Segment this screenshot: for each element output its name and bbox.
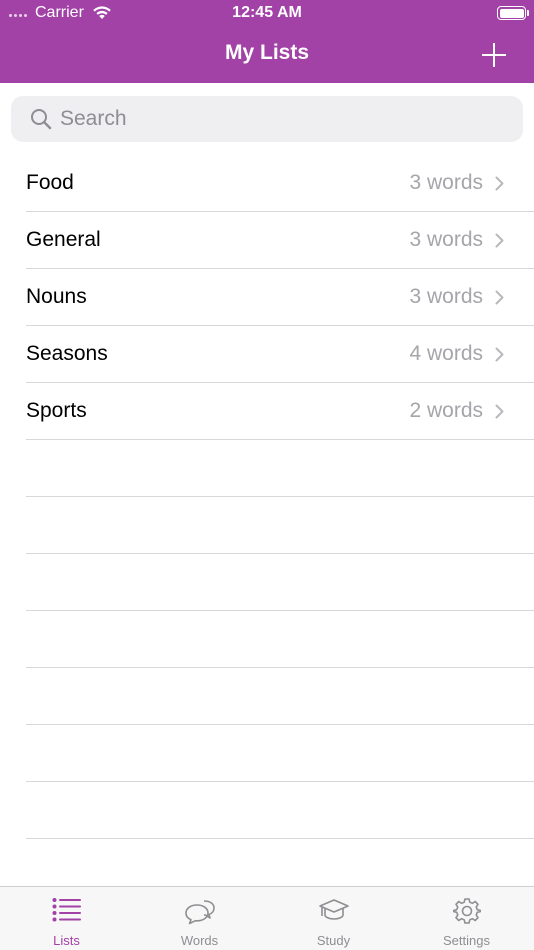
- empty-row-separator: [26, 668, 534, 725]
- list-item-word-count: 3 words: [409, 285, 483, 308]
- list-item-word-count: 3 words: [409, 171, 483, 194]
- tab-words[interactable]: Words: [133, 887, 266, 950]
- list-item-name: General: [26, 228, 101, 251]
- page-title: My Lists: [224, 41, 310, 64]
- empty-row-separator: [26, 554, 534, 611]
- battery-nub: [527, 10, 529, 16]
- navigation-header: Carrier 12:45 AM My Lists: [0, 0, 534, 83]
- list-item-word-count: 3 words: [409, 228, 483, 251]
- tab-lists[interactable]: Lists: [0, 887, 133, 950]
- list-item-name: Food: [26, 171, 74, 194]
- empty-row-separator: [26, 440, 534, 497]
- empty-row-separator: [26, 497, 534, 554]
- status-bar: Carrier 12:45 AM: [0, 0, 534, 28]
- tab-study[interactable]: Study: [267, 887, 400, 950]
- search-input[interactable]: [60, 96, 510, 142]
- speech-bubbles-icon: [184, 900, 215, 925]
- search-icon: [31, 109, 52, 130]
- chevron-right-icon: [495, 347, 504, 362]
- list-item-nouns[interactable]: Nouns 3 words: [26, 269, 534, 326]
- list-item-name: Sports: [26, 399, 87, 422]
- chevron-right-icon: [495, 404, 504, 419]
- list-item-word-count: 2 words: [409, 399, 483, 422]
- add-list-button[interactable]: [480, 41, 508, 69]
- list-item-word-count: 4 words: [409, 342, 483, 365]
- list-item-food[interactable]: Food 3 words: [26, 155, 534, 212]
- list-item-name: Seasons: [26, 342, 108, 365]
- tab-label: Lists: [53, 933, 80, 948]
- lists-table: Food 3 words General 3 words Nouns 3 wor…: [0, 155, 534, 896]
- tab-label: Words: [180, 933, 219, 948]
- list-item-sports[interactable]: Sports 2 words: [26, 383, 534, 440]
- empty-row-separator: [26, 611, 534, 668]
- battery-icon: [497, 6, 526, 20]
- tab-bar: Lists Words Study Settings: [0, 886, 534, 950]
- tab-label: Settings: [443, 933, 490, 948]
- tab-settings[interactable]: Settings: [400, 887, 533, 950]
- empty-row-separator: [26, 782, 534, 839]
- chevron-right-icon: [495, 233, 504, 248]
- list-icon: [52, 898, 81, 922]
- chevron-right-icon: [495, 290, 504, 305]
- search-bar[interactable]: [11, 96, 523, 142]
- gear-icon: [452, 898, 481, 924]
- list-item-seasons[interactable]: Seasons 4 words: [26, 326, 534, 383]
- graduation-cap-icon: [318, 899, 349, 920]
- tab-label: Study: [316, 933, 351, 948]
- status-time: 12:45 AM: [232, 4, 302, 21]
- list-item-name: Nouns: [26, 285, 87, 308]
- empty-row-separator: [26, 725, 534, 782]
- list-item-general[interactable]: General 3 words: [26, 212, 534, 269]
- chevron-right-icon: [495, 176, 504, 191]
